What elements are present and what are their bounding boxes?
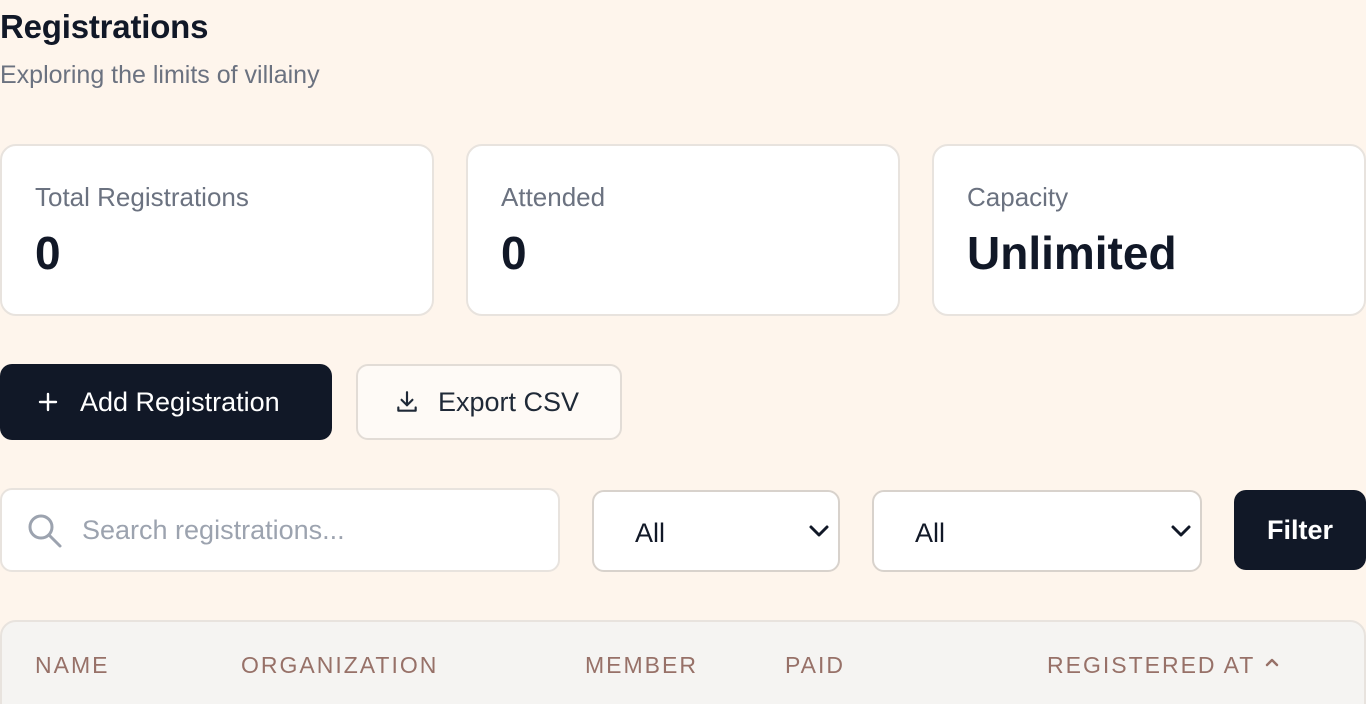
stat-value: 0 xyxy=(35,227,61,279)
page-subtitle: Exploring the limits of villainy xyxy=(0,61,320,89)
chevron-down-icon xyxy=(809,525,829,537)
search-box xyxy=(0,488,560,572)
stat-value: 0 xyxy=(501,227,527,279)
chevron-down-icon xyxy=(1171,525,1191,537)
stat-card-attended: Attended 0 xyxy=(466,144,900,316)
export-csv-label: Export CSV xyxy=(438,386,580,417)
search-input[interactable] xyxy=(82,504,542,556)
column-header-paid[interactable]: PAID xyxy=(785,652,845,679)
export-csv-button[interactable]: Export CSV xyxy=(356,364,622,440)
add-registration-label: Add Registration xyxy=(80,386,280,417)
column-header-registered-at[interactable]: REGISTERED AT xyxy=(1047,652,1255,679)
stat-card-total-registrations: Total Registrations 0 xyxy=(0,144,434,316)
stat-label: Capacity xyxy=(967,182,1069,212)
page-title: Registrations xyxy=(0,8,209,45)
stat-label: Attended xyxy=(501,182,606,212)
search-icon xyxy=(28,514,62,548)
column-header-member[interactable]: MEMBER xyxy=(585,652,698,679)
filter-button[interactable]: Filter xyxy=(1234,490,1366,570)
stat-card-capacity: Capacity Unlimited xyxy=(932,144,1366,316)
select-value: All xyxy=(635,518,666,548)
chevron-up-icon[interactable] xyxy=(1264,656,1280,668)
download-icon xyxy=(397,391,417,412)
filter-select-1[interactable]: All xyxy=(592,490,840,572)
column-header-organization[interactable]: ORGANIZATION xyxy=(241,652,438,679)
table-header: NAME ORGANIZATION MEMBER PAID REGISTERED… xyxy=(0,620,1366,704)
add-registration-button[interactable]: Add Registration xyxy=(0,364,332,440)
stats-row: Total Registrations 0 Attended 0 Capacit… xyxy=(0,144,1366,316)
registrations-page: Registrations Exploring the limits of vi… xyxy=(0,0,1366,704)
filter-select-2[interactable]: All xyxy=(872,490,1202,572)
plus-icon xyxy=(38,392,58,412)
stat-label: Total Registrations xyxy=(35,182,249,212)
stat-value: Unlimited xyxy=(967,227,1177,279)
column-header-name[interactable]: NAME xyxy=(35,652,109,679)
select-value: All xyxy=(915,518,946,548)
